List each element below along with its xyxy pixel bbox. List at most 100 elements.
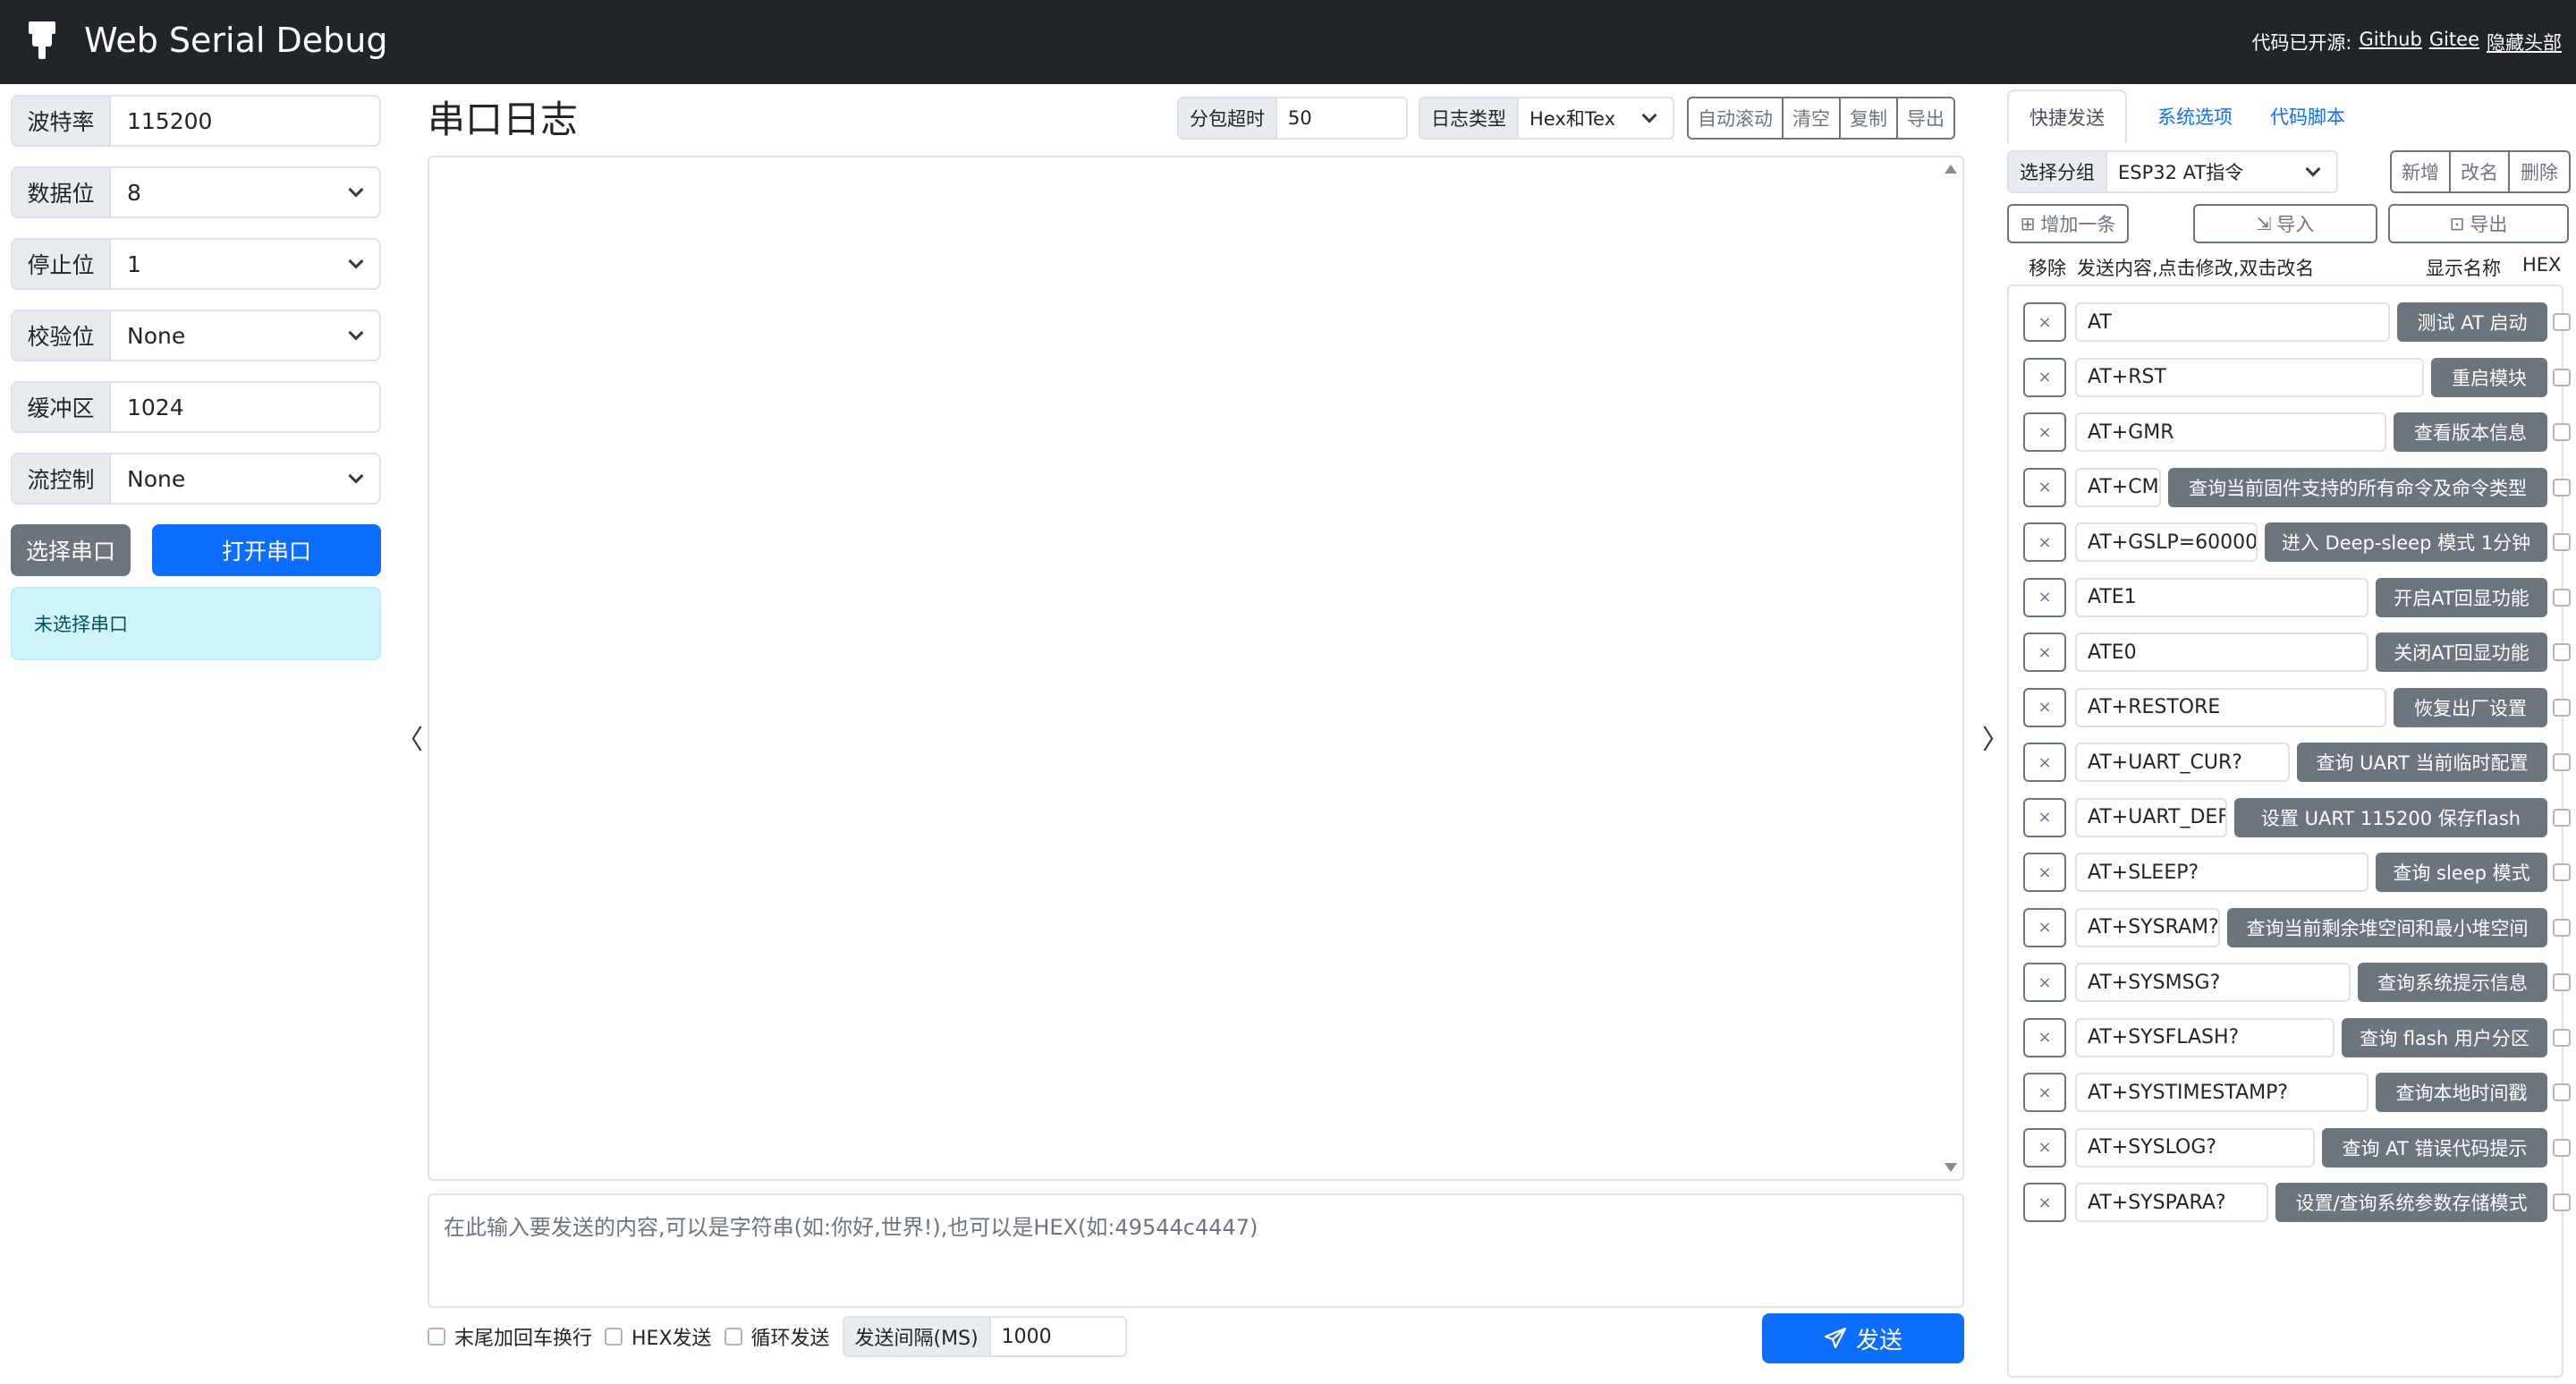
hex-checkbox[interactable] xyxy=(2553,753,2571,771)
send-button[interactable]: 发送 xyxy=(1762,1313,1964,1363)
remove-command-button[interactable]: × xyxy=(2023,743,2066,782)
serial-log-area[interactable] xyxy=(428,156,1964,1181)
append-crlf-option[interactable]: 末尾加回车换行 xyxy=(428,1322,592,1351)
command-input[interactable]: AT+SLEEP? xyxy=(2075,853,2368,892)
command-name-button[interactable]: 设置 UART 115200 保存flash xyxy=(2234,797,2547,837)
command-input[interactable]: AT+RESTORE xyxy=(2075,687,2386,727)
auto-scroll-button[interactable]: 自动滚动 xyxy=(1689,98,1784,138)
hide-header-link[interactable]: 隐藏头部 xyxy=(2487,29,2562,55)
add-item-button[interactable]: ⊞ 增加一条 xyxy=(2007,204,2129,243)
command-input[interactable]: AT xyxy=(2075,302,2390,342)
hex-checkbox[interactable] xyxy=(2553,478,2571,497)
hex-checkbox[interactable] xyxy=(2553,863,2571,881)
command-input[interactable]: AT+CMD? xyxy=(2075,467,2161,507)
command-name-button[interactable]: 开启AT回显功能 xyxy=(2376,577,2547,617)
parity-select[interactable]: None xyxy=(111,311,379,360)
command-input[interactable]: ATE1 xyxy=(2075,577,2368,617)
export-log-button[interactable]: 导出 xyxy=(1898,98,1953,138)
group-add-button[interactable]: 新增 xyxy=(2392,152,2451,191)
hex-send-option[interactable]: HEX发送 xyxy=(605,1322,712,1351)
command-input[interactable]: AT+SYSPARA? xyxy=(2075,1183,2268,1222)
command-name-button[interactable]: 关闭AT回显功能 xyxy=(2376,633,2547,672)
scroll-up-icon[interactable] xyxy=(1945,165,1957,174)
command-input[interactable]: AT+SYSRAM? xyxy=(2075,907,2220,947)
select-port-button[interactable]: 选择串口 xyxy=(11,524,131,576)
command-input[interactable]: ATE0 xyxy=(2075,633,2368,672)
baud-rate-input[interactable] xyxy=(127,107,379,134)
group-select[interactable]: ESP32 AT指令 xyxy=(2107,152,2336,191)
clear-button[interactable]: 清空 xyxy=(1784,98,1841,138)
command-input[interactable]: AT+GSLP=60000 xyxy=(2075,522,2258,562)
open-port-button[interactable]: 打开串口 xyxy=(152,524,381,576)
remove-command-button[interactable]: × xyxy=(2023,853,2066,892)
remove-command-button[interactable]: × xyxy=(2023,412,2066,452)
hex-checkbox[interactable] xyxy=(2553,368,2571,386)
hex-checkbox[interactable] xyxy=(2553,313,2571,331)
scroll-down-icon[interactable] xyxy=(1945,1163,1957,1172)
buffer-input[interactable] xyxy=(127,394,379,420)
remove-command-button[interactable]: × xyxy=(2023,1073,2066,1112)
export-button[interactable]: ⊡ 导出 xyxy=(2388,204,2569,243)
loop-send-checkbox[interactable] xyxy=(724,1328,742,1346)
remove-command-button[interactable]: × xyxy=(2023,577,2066,617)
command-name-button[interactable]: 查询 sleep 模式 xyxy=(2376,853,2547,892)
command-name-button[interactable]: 查询当前剩余堆空间和最小堆空间 xyxy=(2227,907,2547,947)
command-input[interactable]: AT+SYSLOG? xyxy=(2075,1127,2315,1167)
gitee-link[interactable]: Gitee xyxy=(2429,29,2479,55)
hex-checkbox[interactable] xyxy=(2553,698,2571,717)
timeout-input[interactable]: 50 xyxy=(1277,98,1406,138)
command-name-button[interactable]: 查询当前固件支持的所有命令及命令类型 xyxy=(2168,467,2547,507)
hex-checkbox[interactable] xyxy=(2553,423,2571,441)
hex-checkbox[interactable] xyxy=(2553,643,2571,661)
hex-send-checkbox[interactable] xyxy=(605,1328,623,1346)
hex-checkbox[interactable] xyxy=(2553,588,2571,607)
import-button[interactable]: ⇲ 导入 xyxy=(2193,204,2377,243)
command-name-button[interactable]: 查询本地时间戳 xyxy=(2376,1073,2547,1112)
hex-checkbox[interactable] xyxy=(2553,1138,2571,1157)
remove-command-button[interactable]: × xyxy=(2023,963,2066,1002)
data-bits-select[interactable]: 8 xyxy=(111,168,379,217)
command-name-button[interactable]: 查看版本信息 xyxy=(2394,412,2547,452)
send-input[interactable] xyxy=(444,1210,1948,1292)
command-name-button[interactable]: 查询 AT 错误代码提示 xyxy=(2322,1127,2547,1167)
command-name-button[interactable]: 测试 AT 启动 xyxy=(2397,302,2547,342)
remove-command-button[interactable]: × xyxy=(2023,467,2066,507)
command-name-button[interactable]: 查询 flash 用户分区 xyxy=(2342,1017,2547,1057)
remove-command-button[interactable]: × xyxy=(2023,302,2066,342)
hex-checkbox[interactable] xyxy=(2553,973,2571,991)
tab-system-options[interactable]: 系统选项 xyxy=(2141,89,2249,143)
hex-checkbox[interactable] xyxy=(2553,1028,2571,1047)
remove-command-button[interactable]: × xyxy=(2023,1127,2066,1167)
hex-checkbox[interactable] xyxy=(2553,918,2571,937)
loop-send-option[interactable]: 循环发送 xyxy=(724,1322,830,1351)
command-input[interactable]: AT+GMR xyxy=(2075,412,2386,452)
group-delete-button[interactable]: 删除 xyxy=(2510,152,2569,191)
hex-checkbox[interactable] xyxy=(2553,533,2571,551)
command-name-button[interactable]: 查询系统提示信息 xyxy=(2358,963,2547,1002)
log-type-select[interactable]: Hex和Tex xyxy=(1519,98,1673,138)
flow-control-select[interactable]: None xyxy=(111,454,379,503)
send-interval-input[interactable]: 1000 xyxy=(991,1318,1125,1355)
command-name-button[interactable]: 重启模块 xyxy=(2431,357,2547,397)
remove-command-button[interactable]: × xyxy=(2023,797,2066,837)
tab-quick-send[interactable]: 快捷发送 xyxy=(2007,89,2127,143)
remove-command-button[interactable]: × xyxy=(2023,522,2066,562)
github-link[interactable]: Github xyxy=(2360,29,2422,55)
remove-command-button[interactable]: × xyxy=(2023,633,2066,672)
command-name-button[interactable]: 进入 Deep-sleep 模式 1分钟 xyxy=(2265,522,2547,562)
command-name-button[interactable]: 查询 UART 当前临时配置 xyxy=(2297,743,2547,782)
command-input[interactable]: AT+SYSFLASH? xyxy=(2075,1017,2334,1057)
hex-checkbox[interactable] xyxy=(2553,808,2571,827)
tab-code-script[interactable]: 代码脚本 xyxy=(2254,89,2361,143)
append-crlf-checkbox[interactable] xyxy=(428,1328,445,1346)
remove-command-button[interactable]: × xyxy=(2023,907,2066,947)
command-input[interactable]: AT+UART_CUR? xyxy=(2075,743,2290,782)
command-input[interactable]: AT+SYSMSG? xyxy=(2075,963,2351,1002)
remove-command-button[interactable]: × xyxy=(2023,1017,2066,1057)
copy-button[interactable]: 复制 xyxy=(1841,98,1898,138)
collapse-right-icon[interactable]: 〉 xyxy=(1982,717,2009,757)
command-name-button[interactable]: 恢复出厂设置 xyxy=(2394,687,2547,727)
remove-command-button[interactable]: × xyxy=(2023,357,2066,397)
command-input[interactable]: AT+UART_DEF=115200,8,1,0,3 xyxy=(2075,797,2227,837)
command-name-button[interactable]: 设置/查询系统参数存储模式 xyxy=(2275,1183,2547,1222)
